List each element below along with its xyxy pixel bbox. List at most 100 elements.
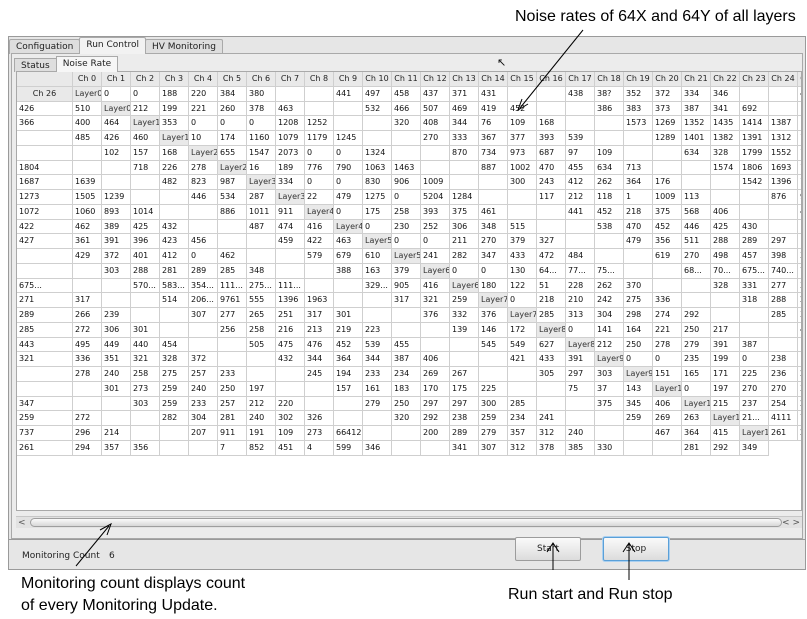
table-cell[interactable]: 180: [479, 278, 508, 294]
table-cell[interactable]: [160, 426, 189, 441]
table-cell[interactable]: 259: [160, 381, 189, 397]
table-cell[interactable]: 76: [479, 116, 508, 131]
table-cell[interactable]: [305, 101, 334, 117]
column-header[interactable]: Ch 21: [682, 72, 711, 87]
table-cell[interactable]: 539: [566, 131, 595, 146]
table-cell[interactable]: 0: [363, 219, 392, 235]
table-cell[interactable]: 303: [102, 263, 131, 279]
table-cell[interactable]: 1542: [740, 175, 769, 190]
table-cell[interactable]: 157: [131, 145, 160, 161]
table-cell[interactable]: 278: [653, 337, 682, 353]
table-cell[interactable]: 425: [131, 219, 160, 235]
table-cell[interactable]: 1639: [73, 175, 102, 190]
table-cell[interactable]: 282: [160, 411, 189, 426]
row-header[interactable]: Layer11 X: [711, 411, 740, 426]
table-cell[interactable]: 241: [537, 411, 566, 426]
table-cell[interactable]: [711, 175, 740, 190]
table-cell[interactable]: 398: [769, 249, 798, 264]
table-cell[interactable]: 281: [218, 411, 247, 426]
column-header[interactable]: Ch 19: [624, 72, 653, 87]
table-cell[interactable]: [363, 308, 392, 323]
table-cell[interactable]: [450, 352, 479, 367]
table-cell[interactable]: 463: [334, 234, 363, 249]
table-cell[interactable]: 259: [479, 411, 508, 426]
table-cell[interactable]: 122: [508, 278, 537, 294]
table-cell[interactable]: [537, 396, 566, 412]
table-cell[interactable]: 300: [479, 396, 508, 412]
table-cell[interactable]: 408: [421, 116, 450, 131]
table-cell[interactable]: [566, 219, 595, 235]
table-cell[interactable]: 599: [334, 440, 363, 456]
row-header[interactable]: Layer2 Y: [218, 160, 247, 176]
table-cell[interactable]: 146: [479, 322, 508, 338]
column-header[interactable]: Ch 26: [17, 86, 73, 102]
table-cell[interactable]: 333: [450, 131, 479, 146]
table-cell[interactable]: 307: [479, 440, 508, 456]
row-header[interactable]: Layer7 X: [479, 293, 508, 308]
table-cell[interactable]: 344: [450, 116, 479, 131]
table-cell[interactable]: 412: [566, 175, 595, 190]
table-cell[interactable]: [624, 145, 653, 161]
table-cell[interactable]: [711, 308, 740, 323]
table-cell[interactable]: [392, 322, 421, 338]
table-cell[interactable]: 433: [537, 352, 566, 367]
table-cell[interactable]: 579: [305, 249, 334, 264]
table-cell[interactable]: 256: [218, 322, 247, 338]
table-cell[interactable]: [740, 86, 769, 102]
row-header[interactable]: Layer2 X: [189, 145, 218, 161]
table-cell[interactable]: 250: [624, 337, 653, 353]
column-header[interactable]: Ch 16: [537, 72, 566, 87]
table-cell[interactable]: 117: [537, 190, 566, 205]
table-cell[interactable]: 387: [392, 352, 421, 367]
table-cell[interactable]: 321: [17, 352, 73, 367]
table-cell[interactable]: [392, 308, 421, 323]
table-cell[interactable]: 215: [711, 396, 740, 412]
table-cell[interactable]: 259: [624, 411, 653, 426]
table-cell[interactable]: 515: [508, 219, 537, 235]
table-cell[interactable]: 357: [508, 426, 537, 441]
table-cell[interactable]: [276, 381, 305, 397]
column-header[interactable]: Ch 8: [305, 72, 334, 87]
table-cell[interactable]: 273: [131, 381, 160, 397]
table-cell[interactable]: [508, 86, 537, 102]
row-header[interactable]: Layer6 X: [421, 263, 450, 279]
table-cell[interactable]: [595, 116, 624, 131]
table-cell[interactable]: [102, 293, 131, 308]
table-cell[interactable]: [276, 263, 305, 279]
table-cell[interactable]: 1574: [711, 160, 740, 176]
table-cell[interactable]: 687: [537, 145, 566, 161]
table-cell[interactable]: 234: [392, 367, 421, 382]
table-cell[interactable]: 510: [73, 101, 102, 117]
table-cell[interactable]: 740...: [769, 263, 798, 279]
table-cell[interactable]: 279: [363, 396, 392, 412]
table-cell[interactable]: 75...: [595, 263, 624, 279]
row-header[interactable]: Layer0 X: [73, 86, 102, 102]
table-cell[interactable]: 1804: [17, 160, 73, 176]
table-cell[interactable]: 321: [131, 352, 160, 367]
table-cell[interactable]: 1312: [769, 131, 798, 146]
table-cell[interactable]: 163: [363, 263, 392, 279]
table-cell[interactable]: 111...: [218, 278, 247, 294]
table-cell[interactable]: [653, 160, 682, 176]
table-cell[interactable]: 252: [421, 219, 450, 235]
table-cell[interactable]: [131, 308, 160, 323]
table-cell[interactable]: 113: [682, 190, 711, 205]
table-cell[interactable]: 5204: [421, 190, 450, 205]
table-cell[interactable]: [189, 440, 218, 456]
row-header[interactable]: Layer4 X: [305, 204, 334, 220]
table-cell[interactable]: 1324: [363, 145, 392, 161]
table-cell[interactable]: 336: [73, 352, 102, 367]
table-cell[interactable]: 254: [769, 396, 798, 412]
row-header[interactable]: Layer5 X: [363, 234, 392, 249]
table-cell[interactable]: 22: [305, 190, 334, 205]
table-cell[interactable]: 911: [218, 426, 247, 441]
table-cell[interactable]: 269: [653, 411, 682, 426]
table-cell[interactable]: 463: [276, 101, 305, 117]
table-cell[interactable]: 317: [392, 293, 421, 308]
table-cell[interactable]: 0: [624, 352, 653, 367]
table-cell[interactable]: 216: [276, 322, 305, 338]
table-cell[interactable]: 213: [305, 322, 334, 338]
table-cell[interactable]: 111...: [276, 278, 305, 294]
table-cell[interactable]: 1314: [798, 131, 801, 146]
table-cell[interactable]: 497: [363, 86, 392, 102]
